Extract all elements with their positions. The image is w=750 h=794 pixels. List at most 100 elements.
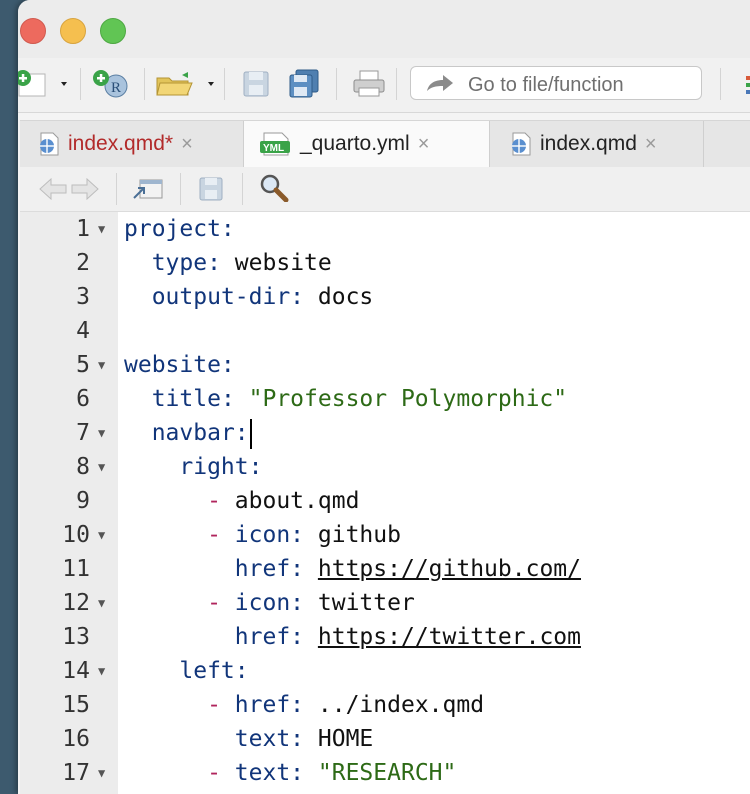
yaml-value: "Professor Polymorphic" <box>234 386 568 412</box>
code-line[interactable]: 15 - href: ../index.qmd <box>18 688 748 722</box>
close-tab-icon[interactable]: × <box>645 133 657 156</box>
new-project-button[interactable]: R <box>92 70 132 98</box>
tab-label: index.qmd <box>540 132 637 155</box>
fold-toggle-icon[interactable]: ▼ <box>98 756 105 790</box>
code-text: project: <box>124 212 235 246</box>
code-line[interactable]: 3 output-dir: docs <box>18 280 748 314</box>
code-text: - icon: twitter <box>124 586 415 620</box>
forward-button[interactable] <box>70 175 100 203</box>
fold-toggle-icon[interactable]: ▼ <box>98 212 105 246</box>
yaml-list-dash: - <box>207 692 235 718</box>
yaml-key: href: <box>234 556 305 582</box>
back-button[interactable] <box>38 175 68 203</box>
code-line[interactable]: 12 ▼ - icon: twitter <box>18 586 748 620</box>
yaml-value: github <box>304 522 401 548</box>
save-all-icon <box>289 69 319 98</box>
line-number: 9 <box>76 488 90 514</box>
yaml-value: about.qmd <box>234 488 360 514</box>
yml-badge-text: YML <box>263 143 284 154</box>
code-line[interactable]: 2 type: website <box>18 246 748 280</box>
arrow-right-icon <box>427 75 453 91</box>
open-file-button[interactable] <box>154 70 220 98</box>
find-replace-button[interactable] <box>258 173 292 202</box>
code-text: text: HOME <box>124 722 374 756</box>
new-file-button[interactable] <box>18 70 74 98</box>
close-tab-icon[interactable]: × <box>181 133 193 156</box>
addins-button[interactable] <box>734 70 750 98</box>
line-number: 2 <box>76 250 90 276</box>
code-text: - about.qmd <box>124 484 359 518</box>
fold-toggle-icon[interactable]: ▼ <box>98 348 105 382</box>
code-line[interactable]: 8 ▼ right: <box>18 450 748 484</box>
line-number: 10 <box>62 522 90 548</box>
yaml-value: website <box>220 250 332 276</box>
fold-toggle-icon[interactable]: ▼ <box>98 416 105 450</box>
go-to-file-function-input[interactable]: Go to file/function <box>410 66 702 100</box>
code-text: href: https://twitter.com <box>124 620 581 654</box>
yaml-url-value[interactable]: https://twitter.com <box>318 624 581 650</box>
fold-toggle-icon[interactable]: ▼ <box>98 518 105 552</box>
yaml-key: text: <box>234 726 305 752</box>
code-text: right: <box>124 450 262 484</box>
line-number: 6 <box>76 386 90 412</box>
close-tab-icon[interactable]: × <box>418 133 430 156</box>
line-number: 5 <box>76 352 90 378</box>
tab-index-qmd-modified[interactable]: index.qmd* × <box>20 121 244 167</box>
line-number: 14 <box>62 658 90 684</box>
tab-label: _quarto.yml <box>300 132 410 155</box>
fold-toggle-icon[interactable]: ▼ <box>98 654 105 688</box>
code-line[interactable]: 16 text: HOME <box>18 722 748 756</box>
fold-toggle-icon[interactable]: ▼ <box>98 586 105 620</box>
print-button[interactable] <box>352 70 386 98</box>
code-line[interactable]: 17 ▼ - text: "RESEARCH" <box>18 756 748 790</box>
code-line[interactable]: 9 - about.qmd <box>18 484 748 518</box>
editor-save-button[interactable] <box>196 175 226 203</box>
code-line[interactable]: 13 href: https://twitter.com <box>18 620 748 654</box>
save-button[interactable] <box>240 70 272 98</box>
code-line[interactable]: 10 ▼ - icon: github <box>18 518 748 552</box>
yaml-key: left: <box>179 658 249 684</box>
yaml-url-value[interactable]: https://github.com/ <box>318 556 581 582</box>
line-number: 1 <box>76 216 90 242</box>
editor-tab-bar: index.qmd* × YML _quarto.yml × index.qmd… <box>20 120 750 168</box>
line-number: 11 <box>62 556 90 582</box>
text-cursor <box>249 418 252 449</box>
code-line[interactable]: 11 href: https://github.com/ <box>18 552 748 586</box>
save-all-button[interactable] <box>288 69 322 98</box>
show-in-new-window-button[interactable] <box>132 175 166 203</box>
yaml-key: right: <box>179 454 263 480</box>
code-text: type: website <box>124 246 332 280</box>
code-line[interactable]: 1 ▼ project: <box>18 212 748 246</box>
yaml-key: icon: <box>234 590 305 616</box>
yaml-value: "RESEARCH" <box>304 760 457 786</box>
zoom-window-button[interactable] <box>100 18 126 44</box>
code-line[interactable]: 14 ▼ left: <box>18 654 748 688</box>
yaml-key: href: <box>234 624 305 650</box>
yaml-list-dash: - <box>207 760 235 786</box>
code-text: - href: ../index.qmd <box>124 688 484 722</box>
code-line[interactable]: 5 ▼ website: <box>18 348 748 382</box>
code-line[interactable]: 4 <box>18 314 748 348</box>
code-line[interactable]: 6 title: "Professor Polymorphic" <box>18 382 748 416</box>
close-window-button[interactable] <box>20 18 46 44</box>
tab-index-qmd[interactable]: index.qmd × <box>490 121 704 167</box>
code-text: title: "Professor Polymorphic" <box>124 382 567 416</box>
line-number: 3 <box>76 284 90 310</box>
yaml-key: output-dir: <box>151 284 305 310</box>
tab-quarto-yml[interactable]: YML _quarto.yml × <box>244 121 490 167</box>
yaml-list-dash: - <box>207 590 235 616</box>
fold-toggle-icon[interactable]: ▼ <box>98 450 105 484</box>
code-line[interactable]: 7 ▼ navbar: <box>18 416 748 450</box>
new-file-plus-icon <box>18 70 67 97</box>
minimize-window-button[interactable] <box>60 18 86 44</box>
yaml-list-dash: - <box>207 488 235 514</box>
line-number: 4 <box>76 318 90 344</box>
